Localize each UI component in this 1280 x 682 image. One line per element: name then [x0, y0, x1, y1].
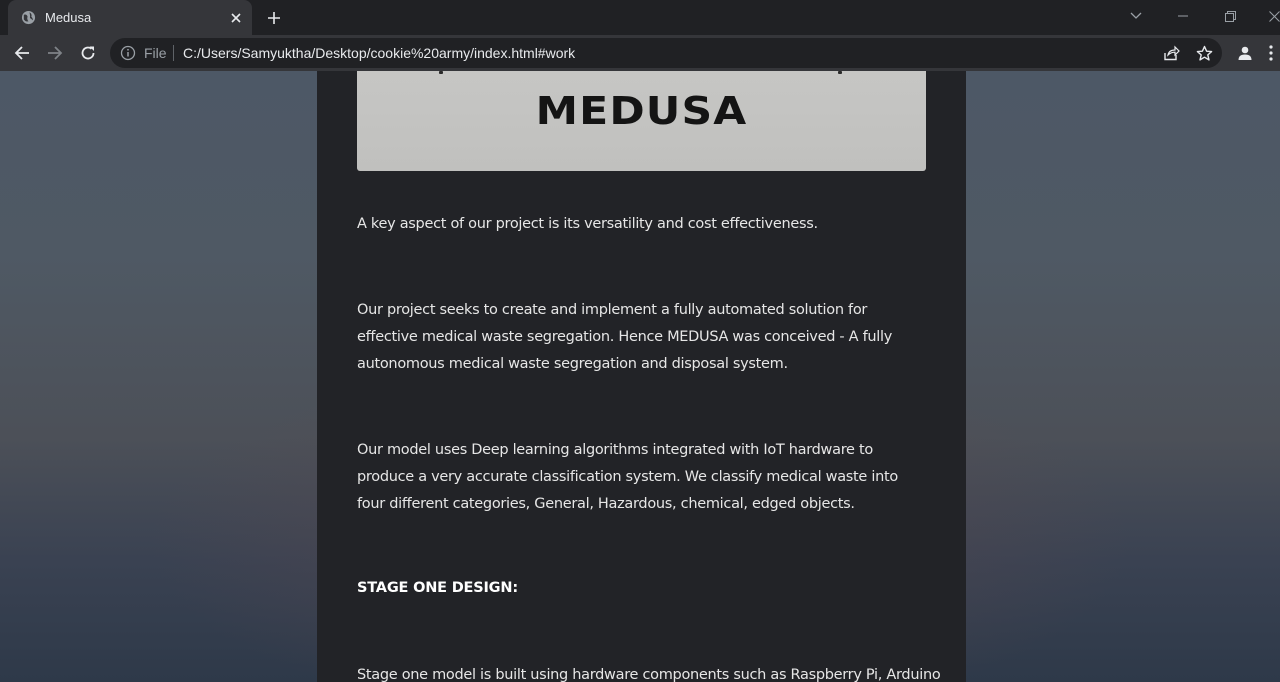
tab-search-button[interactable]	[1124, 5, 1148, 27]
forward-button[interactable]	[42, 40, 68, 66]
arrow-left-icon	[14, 46, 29, 60]
info-icon[interactable]	[120, 45, 136, 61]
paragraph-stage-one: Stage one model is built using hardware …	[357, 667, 941, 682]
section-heading: STAGE ONE DESIGN:	[357, 580, 518, 596]
arrow-right-icon	[48, 46, 63, 60]
restore-icon	[1224, 10, 1236, 22]
reload-icon	[81, 46, 95, 60]
profile-button[interactable]	[1232, 40, 1258, 66]
page-viewport: MEDUSA A key aspect of our project is it…	[0, 71, 1280, 682]
kebab-menu-icon	[1269, 45, 1273, 61]
tab-strip: Medusa	[0, 0, 1280, 35]
tab-title: Medusa	[45, 10, 92, 25]
minimize-button[interactable]	[1171, 5, 1195, 27]
hero-title: MEDUSA	[535, 89, 748, 133]
hero-image-detail	[838, 71, 842, 74]
url-text[interactable]: C:/Users/Samyuktha/Desktop/cookie%20army…	[183, 45, 575, 61]
content-panel: MEDUSA A key aspect of our project is it…	[317, 71, 966, 682]
back-button[interactable]	[9, 40, 35, 66]
bookmark-button[interactable]	[1194, 43, 1214, 63]
close-icon	[231, 13, 241, 23]
profile-icon	[1238, 46, 1252, 60]
browser-toolbar: File C:/Users/Samyuktha/Desktop/cookie%2…	[0, 35, 1280, 71]
globe-icon	[21, 10, 36, 25]
share-icon	[1163, 45, 1180, 61]
paragraph-solution: Our project seeks to create and implemen…	[357, 302, 893, 372]
reload-button[interactable]	[75, 40, 101, 66]
star-icon	[1196, 45, 1212, 61]
hero-image-detail	[439, 71, 443, 74]
browser-menu-button[interactable]	[1262, 40, 1280, 66]
scheme-divider	[173, 45, 174, 61]
browser-tab[interactable]: Medusa	[8, 0, 252, 35]
address-bar[interactable]: File C:/Users/Samyuktha/Desktop/cookie%2…	[110, 38, 1222, 68]
minimize-icon	[1178, 15, 1188, 17]
restore-button[interactable]	[1218, 5, 1242, 27]
paragraph-model: Our model uses Deep learning algorithms …	[357, 442, 898, 512]
chevron-down-icon	[1130, 12, 1142, 19]
share-button[interactable]	[1161, 43, 1181, 63]
hero-image: MEDUSA	[357, 71, 926, 171]
tab-close-button[interactable]	[227, 9, 245, 27]
paragraph-intro: A key aspect of our project is its versa…	[357, 216, 818, 232]
close-icon	[1268, 10, 1280, 22]
plus-icon	[268, 12, 280, 24]
window-close-button[interactable]	[1262, 5, 1280, 27]
scheme-label: File	[144, 45, 167, 61]
new-tab-button[interactable]	[262, 6, 286, 30]
